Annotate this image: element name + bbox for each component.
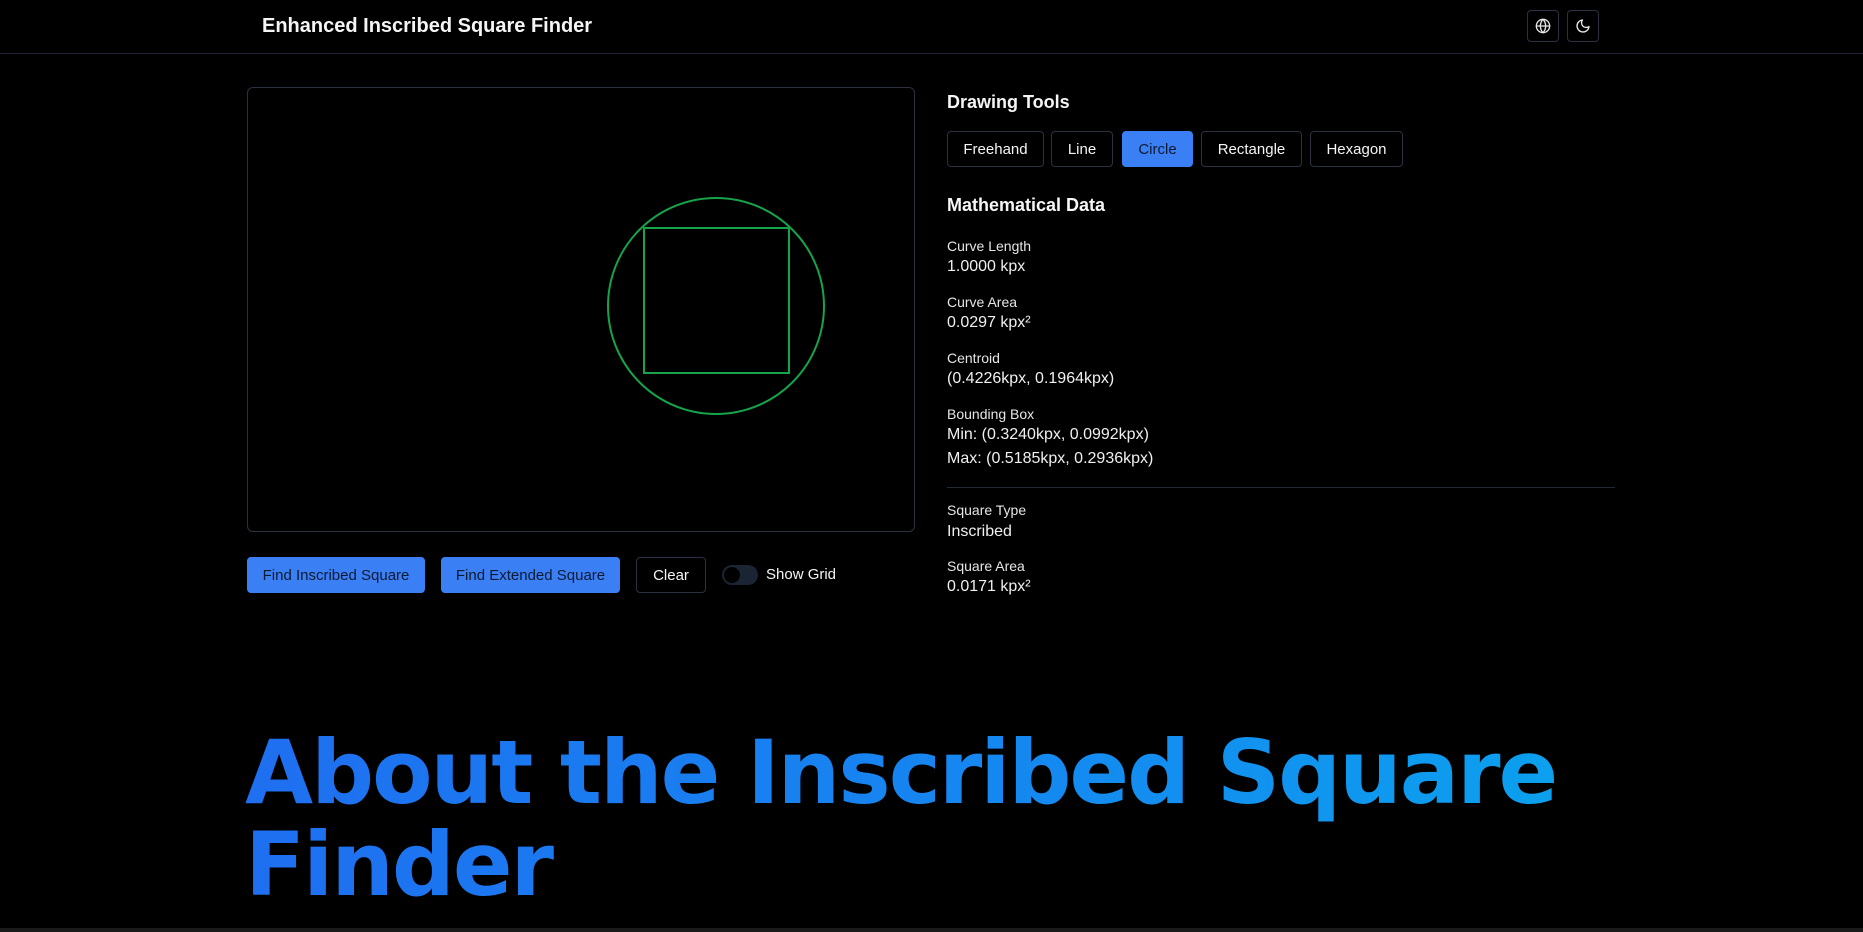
find-extended-square-button[interactable]: Find Extended Square — [441, 557, 620, 593]
curve-area-value: 0.0297 kpx² — [947, 314, 1031, 331]
top-bar: Enhanced Inscribed Square Finder — [0, 0, 1863, 54]
curve-length-value: 1.0000 kpx — [947, 258, 1026, 275]
square-area-label: Square Area — [947, 558, 1025, 574]
tool-freehand-button[interactable]: Freehand — [947, 131, 1044, 167]
centroid-label: Centroid — [947, 350, 1000, 366]
curve-area-label: Curve Area — [947, 294, 1018, 310]
bounding-box-max: Max: (0.5185kpx, 0.2936kpx) — [947, 450, 1154, 467]
square-type-value: Inscribed — [947, 523, 1012, 540]
about-heading: About the Inscribed Square Finder — [245, 727, 1645, 911]
theme-toggle-button[interactable] — [1567, 10, 1599, 42]
curve-length-label: Curve Length — [947, 238, 1032, 254]
square-type-label: Square Type — [947, 502, 1027, 518]
centroid-value: (0.4226kpx, 0.1964kpx) — [947, 370, 1115, 387]
app-title: Enhanced Inscribed Square Finder — [262, 15, 593, 37]
globe-icon — [1535, 18, 1551, 34]
bottom-edge — [0, 928, 1863, 932]
bounding-box-label: Bounding Box — [947, 406, 1035, 422]
language-button[interactable] — [1527, 10, 1559, 42]
tool-circle-button[interactable]: Circle — [1122, 131, 1193, 167]
drawing-tools-title: Drawing Tools — [947, 92, 1070, 112]
show-grid-toggle[interactable] — [722, 565, 758, 585]
mathematical-data-title: Mathematical Data — [947, 195, 1106, 215]
canvas-drawing — [607, 197, 825, 415]
divider — [947, 487, 1615, 488]
show-grid-label: Show Grid — [766, 566, 837, 583]
toggle-knob — [724, 567, 740, 583]
inscribed-square — [643, 227, 790, 374]
tool-line-button[interactable]: Line — [1051, 131, 1113, 167]
bounding-box-min: Min: (0.3240kpx, 0.0992kpx) — [947, 426, 1149, 443]
clear-button[interactable]: Clear — [636, 557, 706, 593]
drawn-circle — [607, 197, 825, 415]
tool-hexagon-button[interactable]: Hexagon — [1310, 131, 1403, 167]
square-area-value: 0.0171 kpx² — [947, 578, 1031, 595]
drawing-canvas[interactable] — [247, 87, 915, 532]
find-inscribed-square-button[interactable]: Find Inscribed Square — [247, 557, 425, 593]
tool-rectangle-button[interactable]: Rectangle — [1201, 131, 1302, 167]
moon-icon — [1576, 19, 1590, 33]
